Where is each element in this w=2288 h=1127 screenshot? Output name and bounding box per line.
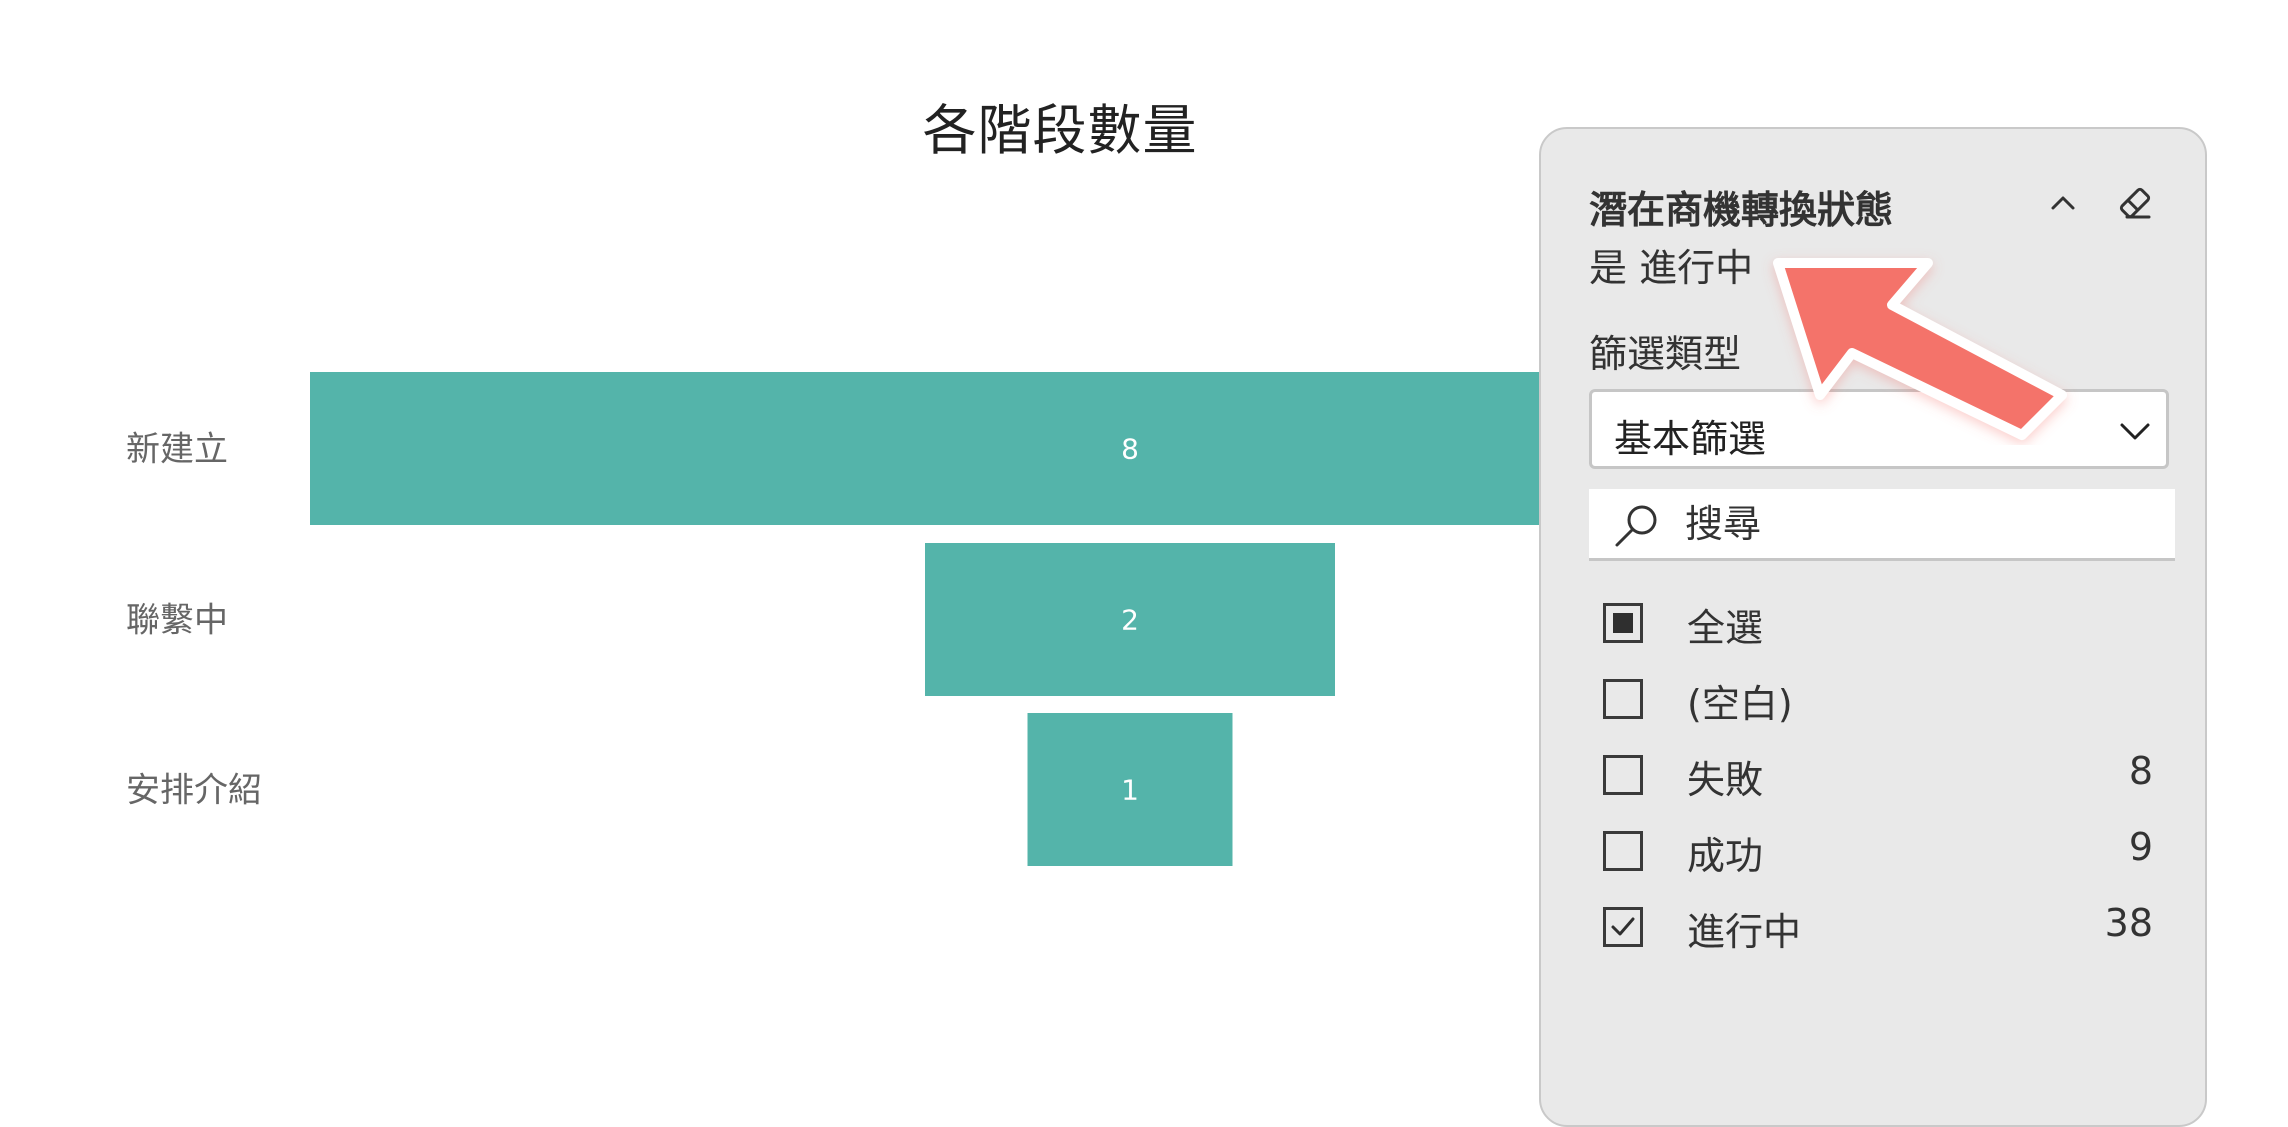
annotation-arrow bbox=[1773, 258, 2067, 440]
filter-option-label: 全選 bbox=[1687, 606, 1764, 650]
filter-option[interactable]: 成功 9 bbox=[1603, 825, 2153, 885]
category-label: 新建立 bbox=[126, 430, 228, 470]
checkbox[interactable] bbox=[1603, 603, 1643, 643]
checkbox[interactable] bbox=[1603, 679, 1643, 719]
filter-option-label: 進行中 bbox=[1687, 910, 1802, 954]
chevron-up-icon[interactable] bbox=[2041, 181, 2085, 225]
filter-type-value: 基本篩選 bbox=[1614, 417, 1767, 461]
eraser-icon[interactable] bbox=[2113, 181, 2157, 225]
filter-option-label: (空白) bbox=[1687, 682, 1793, 726]
chevron-down-icon bbox=[2120, 423, 2150, 440]
filter-field-title: 潛在商機轉換狀態 bbox=[1589, 188, 1894, 232]
filter-option-count: 38 bbox=[2104, 901, 2153, 945]
filter-type-label: 篩選類型 bbox=[1589, 332, 1742, 376]
search-input[interactable] bbox=[1685, 499, 2145, 549]
category-label: 聯繫中 bbox=[126, 601, 228, 641]
filter-option[interactable]: 全選 bbox=[1603, 597, 2153, 657]
filter-option-count: 9 bbox=[2128, 825, 2153, 869]
bar-value-label: 2 bbox=[1121, 604, 1139, 637]
filter-option-count: 8 bbox=[2128, 749, 2153, 793]
filter-option[interactable]: 失敗 8 bbox=[1603, 749, 2153, 809]
bar-value-label: 8 bbox=[1121, 433, 1139, 466]
search-icon bbox=[1615, 505, 1657, 547]
filter-option[interactable]: (空白) bbox=[1603, 673, 2153, 733]
category-label: 安排介紹 bbox=[126, 771, 262, 811]
checkbox[interactable] bbox=[1603, 755, 1643, 795]
filter-option-label: 成功 bbox=[1687, 834, 1764, 878]
checkbox[interactable] bbox=[1603, 907, 1643, 947]
search-box bbox=[1589, 489, 2175, 561]
filter-option[interactable]: 進行中 38 bbox=[1603, 901, 2153, 961]
filter-option-label: 失敗 bbox=[1687, 758, 1764, 802]
checkmark-icon bbox=[1611, 917, 1635, 936]
checkbox[interactable] bbox=[1603, 831, 1643, 871]
partial-check-indicator bbox=[1613, 613, 1633, 633]
filter-summary: 是 進行中 bbox=[1589, 246, 1754, 290]
bar-value-label: 1 bbox=[1121, 774, 1139, 807]
